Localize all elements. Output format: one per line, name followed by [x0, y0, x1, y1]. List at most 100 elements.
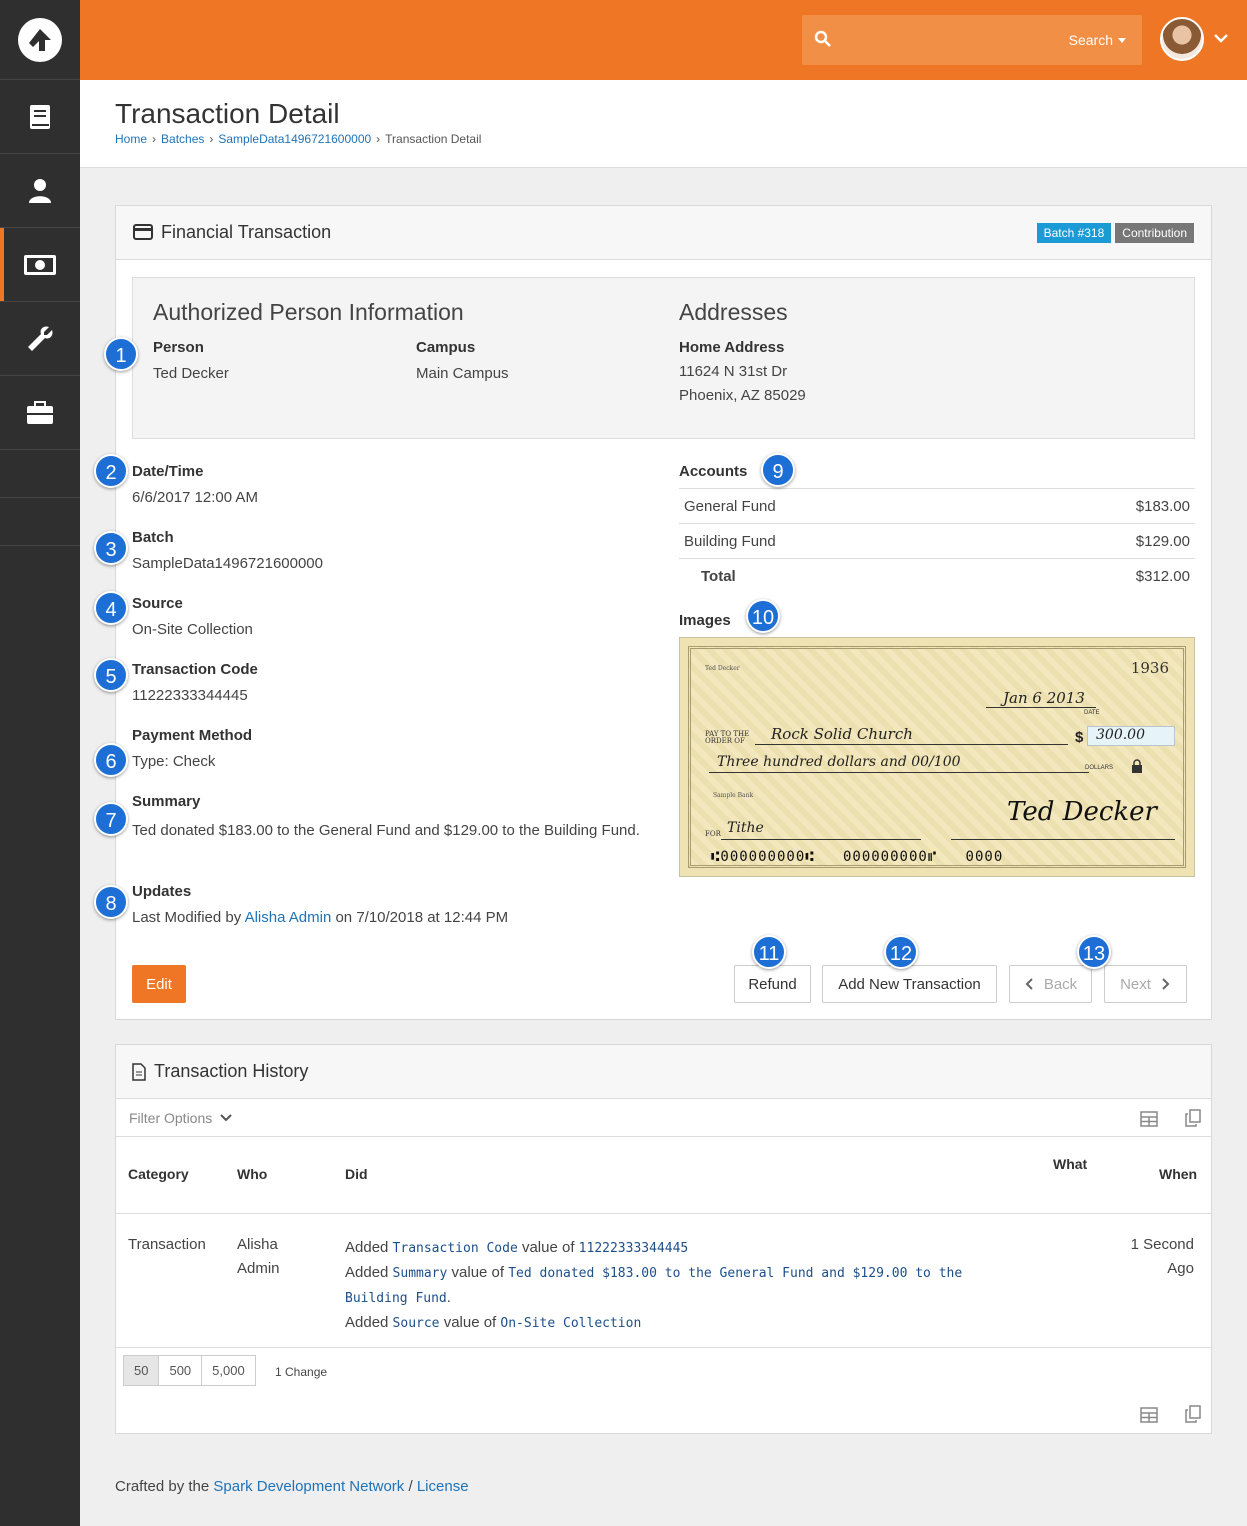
column-header-when[interactable]: When: [1159, 1166, 1197, 1182]
total-amount: $312.00: [995, 558, 1195, 594]
column-header-who[interactable]: Who: [237, 1166, 267, 1182]
sidebar-item-finance[interactable]: [0, 228, 80, 302]
person-link[interactable]: Ted Decker: [153, 365, 229, 382]
table-row: Building Fund $129.00: [679, 523, 1195, 559]
check-signature-line: [951, 839, 1175, 840]
sidebar-spacer: [0, 498, 80, 546]
batch-badge: Batch #318: [1036, 223, 1112, 243]
account-name: Building Fund: [679, 523, 996, 559]
sidebar: [0, 0, 80, 1526]
footer-license-link[interactable]: License: [417, 1478, 469, 1495]
grid-export-icon[interactable]: [1140, 1111, 1158, 1127]
edit-button[interactable]: Edit: [132, 965, 186, 1003]
wrench-icon: [28, 325, 53, 351]
did-value-of: value of: [521, 1239, 575, 1256]
breadcrumb-batches[interactable]: Batches: [161, 132, 204, 146]
breadcrumb-current: Transaction Detail: [385, 132, 482, 146]
check-micr-line: ⑆000000000⑆ 000000000⑈ 0000: [711, 849, 1003, 865]
rock-logo[interactable]: [0, 0, 80, 80]
sidebar-item-people[interactable]: [0, 154, 80, 228]
check-payee: Rock Solid Church: [771, 725, 913, 743]
add-new-transaction-button[interactable]: Add New Transaction: [822, 965, 997, 1003]
column-header-did[interactable]: Did: [345, 1166, 368, 1182]
did-value: On-Site Collection: [500, 1316, 642, 1331]
back-button[interactable]: Back: [1009, 965, 1092, 1003]
badge-group: Batch #318 Contribution: [1036, 223, 1194, 243]
check-signature: Ted Decker: [1007, 797, 1157, 827]
row-did: Added Transaction Code value of 11222333…: [345, 1236, 1025, 1336]
person-label: Person: [153, 339, 204, 356]
sidebar-item-admin[interactable]: [0, 376, 80, 450]
page-size-5000[interactable]: 5,000: [201, 1355, 256, 1386]
rock-logo-icon: [18, 17, 62, 62]
filter-options-toggle[interactable]: Filter Options: [129, 1110, 232, 1126]
panel-title: Transaction History: [154, 1061, 309, 1081]
chevron-left-icon: [1025, 978, 1033, 990]
did-value-of: value of: [451, 1264, 505, 1281]
grid-export-icon[interactable]: [1140, 1407, 1158, 1423]
briefcase-icon: [27, 400, 53, 424]
check-amount: 300.00: [1087, 726, 1175, 746]
check-pay-to-caption: PAY TO THE ORDER OF: [705, 730, 750, 745]
batch-link[interactable]: SampleData1496721600000: [132, 555, 323, 572]
sidebar-spacer: [0, 450, 80, 498]
type-badge: Contribution: [1115, 223, 1194, 243]
authorized-person-box: Authorized Person Information Person Ted…: [132, 277, 1195, 439]
date-label: Date/Time: [132, 463, 204, 480]
source-value: On-Site Collection: [132, 621, 253, 638]
page-size-selector: 50 500 5,000: [123, 1355, 256, 1386]
did-value-of: value of: [443, 1314, 497, 1331]
column-header-category[interactable]: Category: [128, 1166, 189, 1182]
top-bar: Search: [80, 0, 1247, 80]
panel-header: Transaction History: [116, 1045, 1211, 1099]
row-divider: [116, 1213, 1211, 1214]
batch-label: Batch: [132, 529, 174, 546]
updates-value: Last Modified by Alisha Admin on 7/10/20…: [132, 909, 508, 926]
search-type-dropdown[interactable]: Search: [1069, 32, 1126, 48]
summary-value: Ted donated $183.00 to the General Fund …: [132, 822, 640, 839]
check-written-amount: Three hundred dollars and 00/100: [717, 754, 961, 770]
sidebar-item-tools[interactable]: [0, 302, 80, 376]
row-who-link-line2[interactable]: Admin: [237, 1260, 280, 1277]
check-dollar-sign: $: [1075, 729, 1084, 746]
check-account: 000000000⑈: [842, 849, 938, 865]
column-header-what[interactable]: What: [1053, 1156, 1087, 1172]
sidebar-item-content[interactable]: [0, 80, 80, 154]
footer-network-link[interactable]: Spark Development Network: [213, 1478, 404, 1495]
check-image[interactable]: Ted Decker 1936 Jan 6 2013 DATE PAY TO T…: [679, 637, 1195, 877]
campus-value: Main Campus: [416, 365, 509, 382]
check-for-caption: FOR: [705, 830, 721, 838]
table-row: General Fund $183.00: [679, 488, 1195, 524]
annotation-7: 7: [94, 802, 128, 836]
footer: Crafted by the Spark Development Network…: [115, 1478, 469, 1495]
change-count: 1 Change: [275, 1365, 328, 1379]
annotation-1: 1: [104, 337, 138, 371]
did-line-4: Added Source value of On-Site Collection: [345, 1311, 1025, 1336]
search-bar[interactable]: Search: [802, 15, 1142, 65]
updates-person-link[interactable]: Alisha Admin: [245, 909, 332, 926]
check-memo-line: [721, 839, 921, 840]
row-when: 1 Second: [1130, 1236, 1194, 1253]
annotation-10: 10: [746, 599, 780, 633]
copy-icon[interactable]: [1185, 1109, 1201, 1127]
financial-transaction-panel: Financial Transaction Batch #318 Contrib…: [115, 205, 1212, 1020]
next-button[interactable]: Next: [1104, 965, 1187, 1003]
did-line-1: Added Transaction Code value of 11222333…: [345, 1236, 1025, 1261]
row-who-link[interactable]: Alisha: [237, 1236, 278, 1253]
refund-button[interactable]: Refund: [734, 965, 811, 1003]
breadcrumb-batch[interactable]: SampleData1496721600000: [218, 132, 371, 146]
avatar[interactable]: [1160, 17, 1204, 61]
panel-header: Financial Transaction Batch #318 Contrib…: [116, 206, 1211, 260]
auth-heading: Authorized Person Information: [153, 299, 464, 325]
did-field: Transaction Code: [392, 1241, 518, 1256]
page-size-50[interactable]: 50: [123, 1355, 160, 1386]
updates-suffix: on 7/10/2018 at 12:44 PM: [335, 909, 509, 926]
breadcrumb-home[interactable]: Home: [115, 132, 147, 146]
page-size-500[interactable]: 500: [158, 1355, 203, 1386]
chevron-down-icon[interactable]: [1213, 30, 1229, 46]
credit-card-icon: [133, 224, 153, 240]
footer-sep: /: [408, 1478, 413, 1495]
copy-icon[interactable]: [1185, 1405, 1201, 1423]
accounts-label: Accounts: [679, 463, 748, 480]
chevron-right-icon: [1162, 978, 1170, 990]
